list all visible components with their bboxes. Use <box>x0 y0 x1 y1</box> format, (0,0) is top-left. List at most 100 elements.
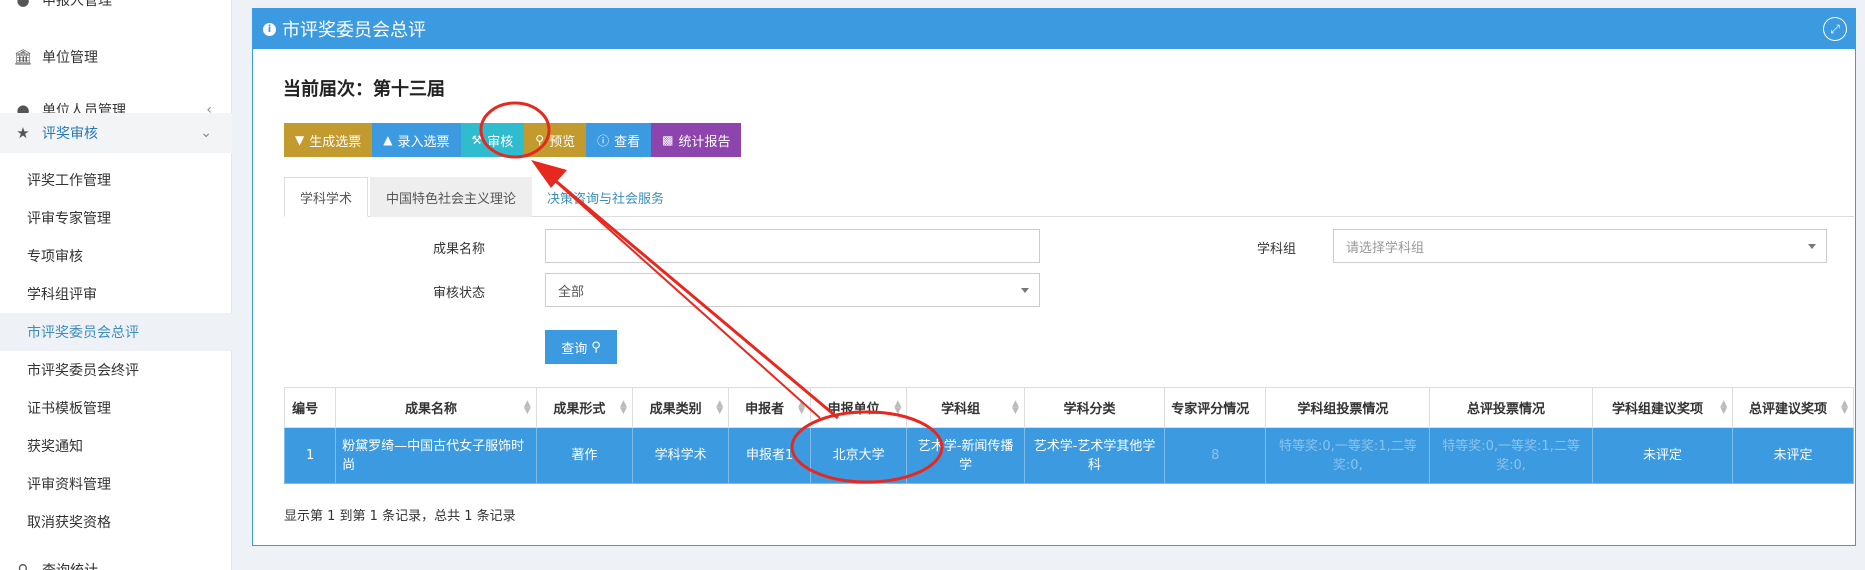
table-cell: 8 <box>1164 427 1267 484</box>
sort-icon: ▲ ▼ <box>716 399 724 416</box>
sort-icon: ▲ ▼ <box>894 399 902 416</box>
sidebar-subitem[interactable]: 获奖通知 <box>0 427 232 465</box>
group-field-label: 学科组 <box>1257 242 1297 257</box>
sidebar-subitem[interactable]: 取消获奖资格 <box>0 503 232 541</box>
table-cell: 特等奖:0,一等奖:1,二等奖:0, <box>1265 427 1431 484</box>
statistics-report-button[interactable]: ▩ 统计报告 <box>651 123 742 157</box>
trophy-icon: ★ <box>16 124 30 142</box>
table-cell: 未评定 <box>1732 427 1854 484</box>
results-table: 编号 成果名称 ▲ ▼ 成果形式 ▲ ▼ 成果类别 ▲ ▼ 申报者 ▲ ▼ 申报单位 ▲ ▼ 学科组… <box>283 387 1854 484</box>
button-label: 查询 <box>561 341 588 357</box>
review-button[interactable]: ⚒ 审核 <box>460 123 525 157</box>
name-input[interactable] <box>545 229 1040 263</box>
tab-socialism-theory[interactable]: 中国特色社会主义理论 <box>370 177 533 217</box>
sidebar-item-label: 单位管理 <box>42 50 98 66</box>
sort-icon: ▲ ▼ <box>523 399 531 416</box>
expand-icon[interactable]: ⤢ <box>1823 17 1847 41</box>
sidebar-item-units[interactable]: 🏛 单位管理 <box>0 38 232 76</box>
column-header[interactable]: 学科组 ▲ ▼ <box>906 387 1025 428</box>
table-cell: 1 <box>283 427 337 484</box>
group-select[interactable]: 请选择学科组 <box>1333 229 1827 263</box>
gavel-icon: ⚒ <box>471 133 483 147</box>
column-header[interactable]: 申报者 ▲ ▼ <box>728 387 812 428</box>
record-ballot-button[interactable]: ▲ 录入选票 <box>372 123 461 157</box>
sidebar-item-label: 查询统计 <box>42 560 98 570</box>
column-header[interactable]: 申报单位 ▲ ▼ <box>810 387 908 428</box>
column-header[interactable]: 总评投票情况 <box>1429 387 1593 428</box>
sort-icon: ▲ ▼ <box>798 399 806 416</box>
user-icon: ● <box>16 0 30 9</box>
sidebar-subitem[interactable]: 专项审核 <box>0 237 232 275</box>
view-button[interactable]: ⓘ 查看 <box>586 123 652 157</box>
chevron-down-icon <box>1808 244 1816 249</box>
bank-icon: 🏛 <box>13 48 33 66</box>
info-icon: ⓘ <box>597 133 610 148</box>
sidebar-item-label: 申报人管理 <box>42 0 112 9</box>
sidebar: ● 申报人管理 🏛 单位管理 ● 单位人员管理 ‹ ★ 评奖审核 ⌄ 评奖工作管… <box>0 0 232 570</box>
main-panel: i 市评奖委员会总评 ⤢ 当前届次：第十三届 ▼ 生成选票 ▲ 录入选票 ⚒ 审… <box>252 8 1856 546</box>
button-label: 预览 <box>549 134 576 150</box>
sort-icon: ▲ ▼ <box>1012 399 1019 416</box>
sidebar-subitem[interactable]: 评奖工作管理 <box>0 161 232 199</box>
tab-decision-consulting[interactable]: 决策咨询与社会服务 <box>532 177 679 217</box>
column-header[interactable]: 学科组建议奖项 ▲ ▼ <box>1591 387 1734 428</box>
sidebar-item-award-review[interactable]: ★ 评奖审核 ⌄ <box>0 113 232 153</box>
sort-icon: ▲ ▼ <box>1720 399 1728 416</box>
column-header[interactable]: 成果名称 ▲ ▼ <box>335 387 537 428</box>
search-icon: ⚲ <box>17 561 29 570</box>
sidebar-subitem-active[interactable]: 市评奖委员会总评 <box>0 313 232 351</box>
table-cell: 申报者1 <box>728 427 812 484</box>
table-cell: 著作 <box>535 427 633 484</box>
category-tabs: 学科学术 中国特色社会主义理论 决策咨询与社会服务 <box>284 177 1854 217</box>
search-icon: ⚲ <box>591 339 601 355</box>
preview-button[interactable]: ⚲ 预览 <box>524 123 587 157</box>
sidebar-subitem[interactable]: 评审专家管理 <box>0 199 232 237</box>
panel-title: 市评奖委员会总评 <box>282 20 426 41</box>
table-header-row: 编号 成果名称 ▲ ▼ 成果形式 ▲ ▼ 成果类别 ▲ ▼ 申报者 ▲ ▼ 申报单位 ▲ ▼ 学科组… <box>283 387 1854 428</box>
column-header[interactable]: 专家评分情况 <box>1164 387 1267 428</box>
status-select[interactable]: 全部 <box>545 273 1040 307</box>
name-field-label: 成果名称 <box>433 242 486 257</box>
generate-ballot-button[interactable]: ▼ 生成选票 <box>284 123 373 157</box>
column-header[interactable]: 学科组投票情况 <box>1265 387 1431 428</box>
column-header[interactable]: 总评建议奖项 ▲ ▼ <box>1732 387 1854 428</box>
sidebar-subitem[interactable]: 学科组评审 <box>0 275 232 313</box>
status-field-label: 审核状态 <box>433 286 486 301</box>
sidebar-item-label: 评奖审核 <box>42 126 98 142</box>
table-cell: 粉黛罗绮—中国古代女子服饰时尚 <box>335 427 537 484</box>
sidebar-item-query-stats[interactable]: ⚲ 查询统计 <box>0 556 232 570</box>
table-cell: 未评定 <box>1591 427 1734 484</box>
pagination-info: 显示第 1 到第 1 条记录，总共 1 条记录 <box>284 509 516 524</box>
column-header[interactable]: 成果形式 ▲ ▼ <box>535 387 633 428</box>
table-cell: 艺术学-艺术学其他学科 <box>1023 427 1166 484</box>
sort-icon: ▲ ▼ <box>620 399 627 416</box>
column-header[interactable]: 成果类别 ▲ ▼ <box>631 387 730 428</box>
group-select-placeholder: 请选择学科组 <box>1346 240 1425 256</box>
column-header[interactable]: 学科分类 <box>1023 387 1166 428</box>
query-button[interactable]: 查询 ⚲ <box>545 330 617 364</box>
table-cell: 特等奖:0,一等奖:1,二等奖:0, <box>1429 427 1593 484</box>
column-header[interactable]: 编号 <box>283 387 337 428</box>
tab-academic[interactable]: 学科学术 <box>284 177 369 217</box>
button-label: 录入选票 <box>397 134 450 150</box>
sidebar-subitem[interactable]: 市评奖委员会终评 <box>0 351 232 389</box>
button-label: 查看 <box>614 134 641 150</box>
panel-header: i 市评奖委员会总评 <box>253 9 1855 49</box>
search-icon: ⚲ <box>535 133 545 147</box>
chevron-down-icon <box>1021 288 1029 293</box>
sidebar-item-applicant[interactable]: ● 申报人管理 <box>0 0 232 12</box>
button-label: 统计报告 <box>678 134 731 150</box>
sidebar-subitem[interactable]: 证书模板管理 <box>0 389 232 427</box>
bar-chart-icon: ▩ <box>662 133 674 147</box>
table-row[interactable]: 1 粉黛罗绮—中国古代女子服饰时尚 著作 学科学术 申报者1 北京大学 艺术学-… <box>283 427 1854 484</box>
table-cell: 学科学术 <box>631 427 730 484</box>
info-icon: i <box>263 22 276 36</box>
arrow-down-circle-icon: ▼ <box>295 133 305 147</box>
sort-icon: ▲ ▼ <box>1841 399 1848 416</box>
arrow-up-circle-icon: ▲ <box>383 133 393 147</box>
button-label: 审核 <box>487 134 514 150</box>
sidebar-subitem[interactable]: 评审资料管理 <box>0 465 232 503</box>
chevron-down-icon: ⌄ <box>200 125 212 141</box>
table-cell: 北京大学 <box>810 427 908 484</box>
button-label: 生成选票 <box>309 134 362 150</box>
